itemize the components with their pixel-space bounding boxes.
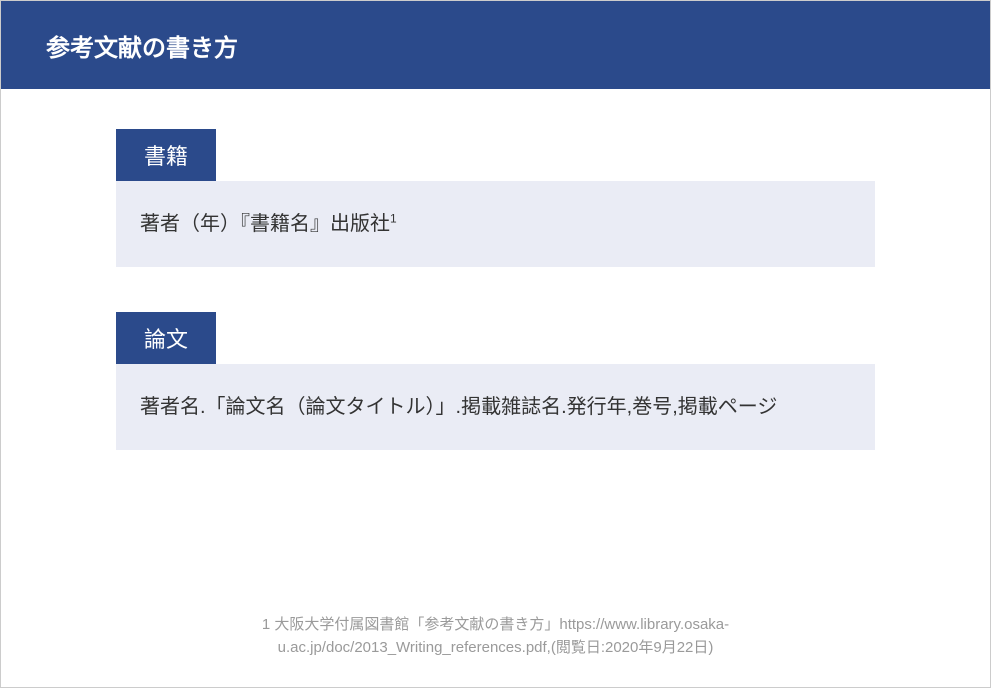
paper-format-text: 著者名.「論文名（論文タイトル）」.掲載雑誌名.発行年,巻号,掲載ページ bbox=[140, 396, 777, 418]
slide-container: 参考文献の書き方 書籍 著者（年）『書籍名』出版社1 論文 著者名.「論文名（論… bbox=[0, 0, 991, 688]
footnote-line2: u.ac.jp/doc/2013_Writing_references.pdf,… bbox=[278, 639, 714, 656]
section-label-book: 書籍 bbox=[116, 129, 216, 181]
book-format-text: 著者（年）『書籍名』出版社 bbox=[140, 213, 390, 235]
section-body-book: 著者（年）『書籍名』出版社1 bbox=[116, 181, 875, 267]
content-area: 書籍 著者（年）『書籍名』出版社1 論文 著者名.「論文名（論文タイトル）」.掲… bbox=[1, 89, 990, 450]
header-bar: 参考文献の書き方 bbox=[1, 1, 990, 89]
section-book: 書籍 著者（年）『書籍名』出版社1 bbox=[116, 129, 875, 267]
page-title: 参考文献の書き方 bbox=[46, 28, 238, 63]
section-paper: 論文 著者名.「論文名（論文タイトル）」.掲載雑誌名.発行年,巻号,掲載ページ bbox=[116, 312, 875, 450]
section-label-paper: 論文 bbox=[116, 312, 216, 364]
footnote-line1: 1 大阪大学付属図書館「参考文献の書き方」https://www.library… bbox=[262, 616, 729, 633]
footnote-superscript: 1 bbox=[390, 211, 397, 225]
section-body-paper: 著者名.「論文名（論文タイトル）」.掲載雑誌名.発行年,巻号,掲載ページ bbox=[116, 364, 875, 450]
footnote: 1 大阪大学付属図書館「参考文献の書き方」https://www.library… bbox=[1, 614, 990, 659]
